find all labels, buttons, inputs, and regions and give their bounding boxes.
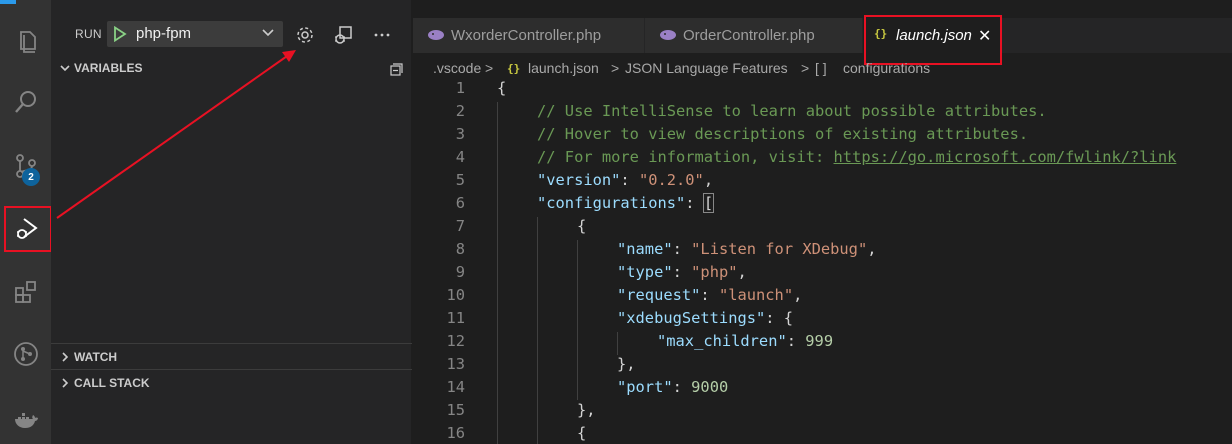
run-label: RUN bbox=[75, 27, 102, 41]
code-line: 11 "xdebugSettings": { bbox=[446, 309, 794, 327]
code-line: 9 "type": "php", bbox=[455, 263, 747, 281]
php-icon bbox=[428, 30, 444, 40]
vscode-logo-icon bbox=[0, 0, 16, 4]
breadcrumb-language[interactable]: JSON Language Features bbox=[625, 60, 788, 76]
editor-tabs: WxorderController.php OrderController.ph… bbox=[413, 18, 1232, 53]
tab-label: WxorderController.php bbox=[451, 27, 602, 44]
config-name: php-fpm bbox=[136, 25, 192, 42]
chevron-right-icon bbox=[62, 352, 69, 362]
call-stack-label: CALL STACK bbox=[74, 376, 150, 390]
chevron-down-icon bbox=[262, 29, 274, 37]
tab-wxordercontroller[interactable]: WxorderController.php bbox=[413, 18, 645, 53]
code-line: 7{ bbox=[455, 217, 587, 235]
gear-icon[interactable] bbox=[295, 25, 315, 45]
git-graph-icon[interactable] bbox=[0, 330, 51, 378]
watch-label: WATCH bbox=[74, 350, 118, 364]
tab-label: OrderController.php bbox=[683, 27, 815, 44]
breadcrumb-separator: > bbox=[801, 60, 810, 76]
code-line: 6 "configurations": [ bbox=[455, 193, 715, 213]
code-line: 15}, bbox=[446, 401, 596, 419]
breadcrumb-file[interactable]: launch.json bbox=[528, 60, 599, 76]
variables-label: VARIABLES bbox=[74, 61, 143, 75]
breadcrumb-symbol[interactable]: configurations bbox=[843, 60, 930, 76]
code-line: 13}, bbox=[446, 355, 636, 373]
code-line: 16{ bbox=[446, 424, 587, 442]
code-line: 4// For more information, visit: https:/… bbox=[455, 148, 1177, 166]
code-line: 14 "port": 9000 bbox=[446, 378, 729, 396]
search-icon[interactable] bbox=[0, 78, 51, 126]
section-divider bbox=[51, 369, 412, 370]
json-icon: {} bbox=[507, 62, 521, 75]
more-actions-icon[interactable] bbox=[372, 25, 392, 45]
code-line: 3// Hover to view descriptions of existi… bbox=[455, 125, 1029, 143]
code-link[interactable]: https://go.microsoft.com/fwlink/?link bbox=[834, 148, 1177, 166]
breadcrumb-separator: > bbox=[611, 60, 620, 76]
breadcrumb-folder[interactable]: .vscode bbox=[433, 60, 481, 76]
call-stack-section-header[interactable]: CALL STACK bbox=[51, 372, 412, 394]
section-divider bbox=[51, 343, 412, 344]
scm-badge: 2 bbox=[22, 168, 40, 186]
code-line: 1{ bbox=[455, 79, 507, 97]
collapse-all-icon[interactable] bbox=[388, 61, 404, 77]
php-icon bbox=[660, 30, 676, 40]
run-debug-sidebar: RUN php-fpm VARIABLES WATCH CALL STACK bbox=[51, 0, 412, 444]
start-debugging-icon[interactable] bbox=[113, 26, 127, 42]
code-line: 8 "name": "Listen for XDebug", bbox=[455, 240, 877, 258]
code-line: 2// Use IntelliSense to learn about poss… bbox=[455, 102, 1047, 120]
watch-section-header[interactable]: WATCH bbox=[51, 346, 412, 368]
array-icon: [ ] bbox=[815, 60, 827, 76]
docker-icon[interactable] bbox=[0, 396, 51, 444]
code-line: 5 "version": "0.2.0", bbox=[455, 171, 714, 189]
highlight-box-run bbox=[4, 206, 52, 252]
launch-config-dropdown[interactable]: php-fpm bbox=[107, 21, 283, 47]
run-toolbar: RUN php-fpm bbox=[51, 18, 412, 52]
explorer-icon[interactable] bbox=[0, 18, 51, 66]
code-line: 12 "max_children": 999 bbox=[446, 332, 834, 350]
chevron-down-icon bbox=[60, 65, 70, 72]
code-line: 10 "request": "launch", bbox=[446, 286, 803, 304]
chevron-right-icon bbox=[62, 378, 69, 388]
code-editor[interactable]: 1{ 2// Use IntelliSense to learn about p… bbox=[413, 79, 1232, 444]
breadcrumb-separator: > bbox=[485, 60, 494, 76]
activity-bar: 2 bbox=[0, 0, 52, 444]
breadcrumb: .vscode > {} launch.json > JSON Language… bbox=[413, 57, 1232, 79]
variables-section-header[interactable]: VARIABLES bbox=[51, 57, 412, 79]
debug-console-icon[interactable] bbox=[333, 25, 353, 45]
extensions-icon[interactable] bbox=[0, 268, 51, 316]
tab-ordercontroller[interactable]: OrderController.php bbox=[645, 18, 863, 53]
